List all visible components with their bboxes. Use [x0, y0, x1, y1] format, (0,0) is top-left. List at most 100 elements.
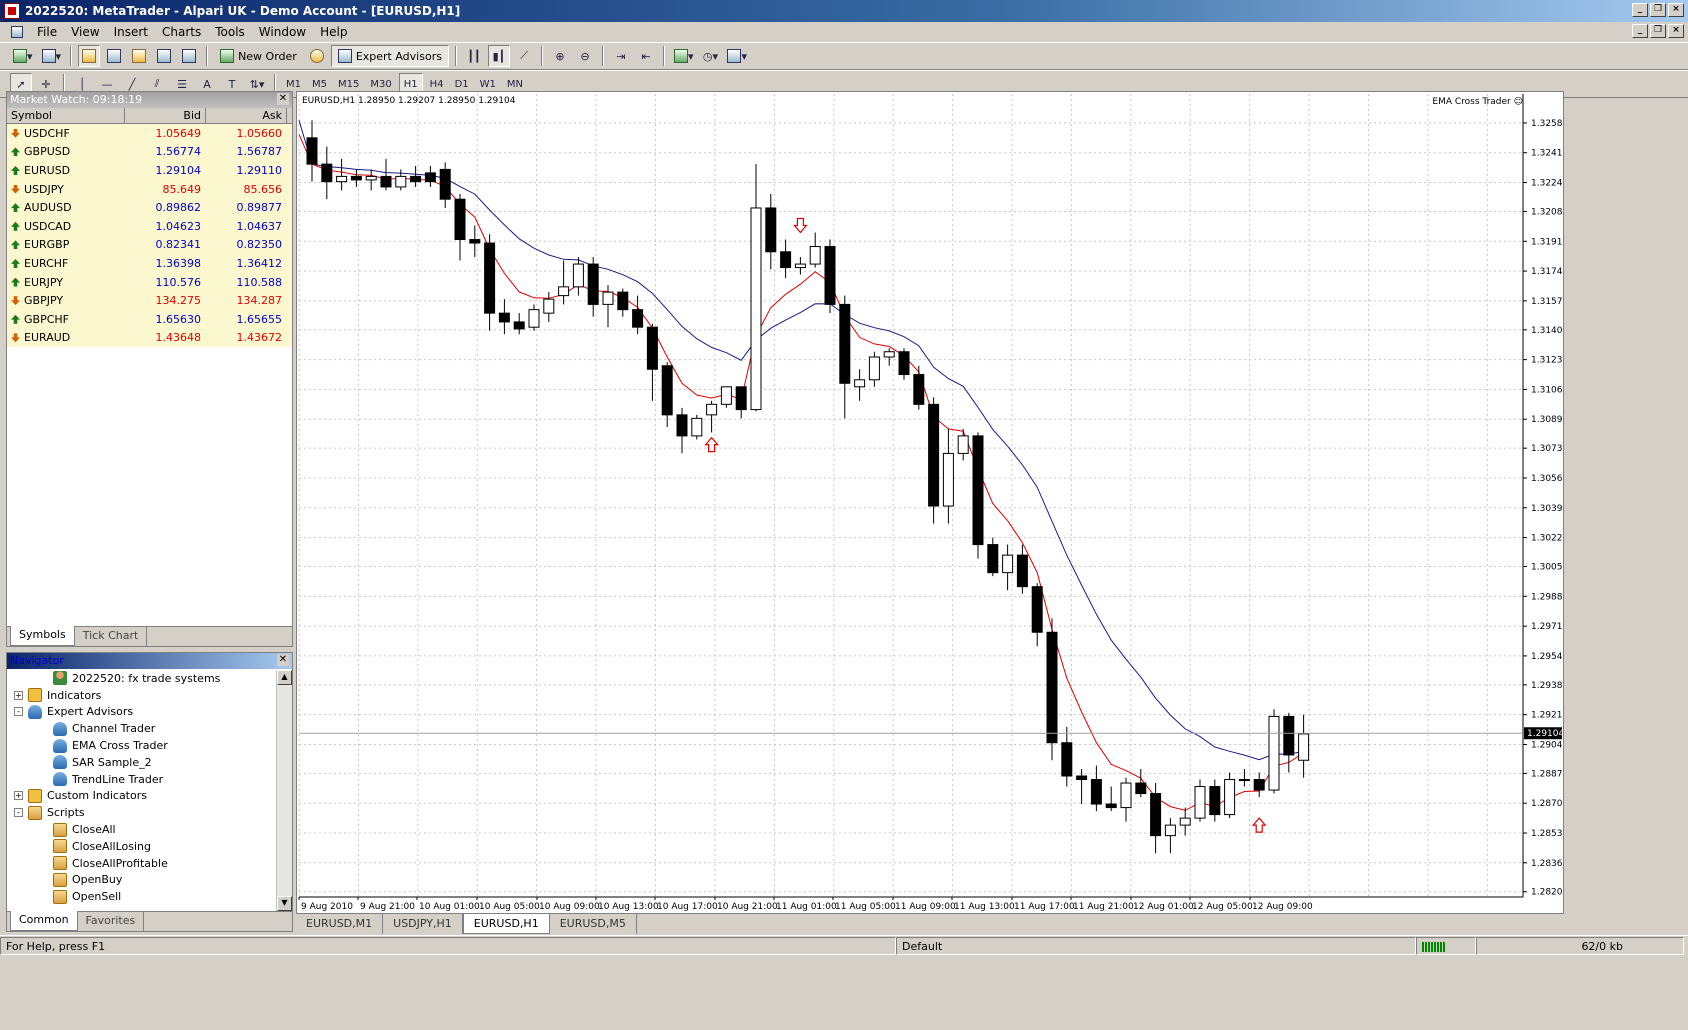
- navigator-item[interactable]: TrendLine Trader: [7, 771, 276, 788]
- candle-bear: [1135, 782, 1147, 795]
- tab-symbols[interactable]: Symbols: [10, 626, 75, 646]
- strategy-tester-toggle[interactable]: [178, 45, 200, 67]
- zoom-out-icon[interactable]: ⊖: [574, 45, 596, 67]
- tab-tick-chart[interactable]: Tick Chart: [75, 627, 148, 646]
- menu-file[interactable]: File: [30, 25, 64, 39]
- market-watch-toggle[interactable]: [78, 45, 101, 67]
- zoom-in-icon[interactable]: ⊕: [549, 45, 571, 67]
- navigator-item[interactable]: Channel Trader: [7, 720, 276, 737]
- navigator-item[interactable]: OpenSell: [7, 888, 276, 905]
- navigator-item[interactable]: 2022520: fx trade systems: [7, 670, 276, 687]
- column-ask[interactable]: Ask: [206, 108, 287, 123]
- column-bid[interactable]: Bid: [125, 108, 206, 123]
- y-tick-label: 1.30560: [1531, 474, 1563, 484]
- data-window-toggle[interactable]: [103, 45, 125, 67]
- bar-chart-button[interactable]: ┃┃: [463, 45, 485, 67]
- navigator-item[interactable]: CloseAllLosing: [7, 838, 276, 855]
- new-order-button[interactable]: New Order: [214, 45, 303, 67]
- market-watch-title: Market Watch: 09:18:19 ✕: [7, 92, 292, 108]
- mdi-restore-button[interactable]: ❐: [1650, 24, 1666, 38]
- market-watch-row[interactable]: EURCHF 1.36398 1.36412: [7, 254, 292, 273]
- navigator-item-label: 2022520: fx trade systems: [72, 671, 221, 685]
- navigator-toggle[interactable]: [128, 45, 150, 67]
- bid-cell: 1.43648: [155, 331, 202, 345]
- menu-insert[interactable]: Insert: [107, 25, 155, 39]
- mdi-minimize-button[interactable]: _: [1632, 24, 1648, 38]
- price-chart[interactable]: 1.32585 1.32415 1.32245 1.32080 1.31910 1.317…: [297, 92, 1563, 913]
- tab-common[interactable]: Common: [10, 911, 78, 931]
- expert-advisors-button[interactable]: Expert Advisors: [330, 45, 449, 67]
- new-chart-button[interactable]: ▾: [10, 45, 36, 67]
- column-symbol[interactable]: Symbol: [7, 108, 125, 123]
- indicators-button[interactable]: ▾: [671, 45, 697, 67]
- periods-button[interactable]: ◷▾: [699, 45, 721, 67]
- x-tick-label: 10 Aug 21:00: [717, 902, 778, 912]
- navigator-item[interactable]: CloseAllProfitable: [7, 855, 276, 872]
- candle-bull: [558, 286, 570, 297]
- chart-window[interactable]: 1.32585 1.32415 1.32245 1.32080 1.31910 1.317…: [296, 91, 1564, 914]
- mdi-close-button[interactable]: ×: [1668, 24, 1684, 38]
- candle-bull: [691, 417, 703, 437]
- market-watch-row[interactable]: GBPUSD 1.56774 1.56787: [7, 142, 292, 162]
- candlestick-button[interactable]: ▮┃: [487, 45, 510, 67]
- market-watch-row[interactable]: USDJPY 85.649 85.656: [7, 179, 292, 199]
- candle-bear: [1061, 742, 1073, 777]
- navigator-item[interactable]: EMA Cross Trader: [7, 737, 276, 754]
- menu-tools[interactable]: Tools: [208, 25, 252, 39]
- market-watch-row[interactable]: EURUSD 1.29104 1.29110: [7, 161, 292, 180]
- market-watch-close-icon[interactable]: ✕: [277, 93, 289, 105]
- navigator-item[interactable]: SAR Sample_2: [7, 754, 276, 771]
- market-watch-row[interactable]: GBPCHF 1.65630 1.65655: [7, 309, 292, 329]
- chart-tab-usdjpy-h1[interactable]: USDJPY,H1: [383, 914, 463, 934]
- menu-help[interactable]: Help: [313, 25, 354, 39]
- expand-icon[interactable]: +: [14, 791, 23, 801]
- navigator-item[interactable]: - Scripts: [7, 804, 276, 821]
- scroll-down-icon[interactable]: ▼: [277, 896, 292, 911]
- close-button[interactable]: ×: [1668, 3, 1684, 17]
- tab-favorites[interactable]: Favorites: [78, 912, 145, 931]
- minimize-button[interactable]: _: [1632, 3, 1648, 17]
- navigator-scrollbar[interactable]: ▲ ▼: [276, 670, 292, 911]
- navigator-tabs: Common Favorites: [7, 911, 292, 931]
- scroll-up-icon[interactable]: ▲: [277, 670, 292, 685]
- market-watch-row[interactable]: GBPJPY 134.275 134.287: [7, 291, 292, 310]
- terminal-toggle[interactable]: [153, 45, 175, 67]
- symbol-name: GBPJPY: [24, 294, 64, 308]
- y-tick-label: 1.30055: [1531, 563, 1563, 573]
- chart-window-icon[interactable]: [8, 24, 26, 40]
- market-watch-row[interactable]: EURJPY 110.576 110.588: [7, 272, 292, 292]
- navigator-item[interactable]: - Expert Advisors: [7, 704, 276, 721]
- chart-shift-button[interactable]: ⇤: [635, 45, 657, 67]
- menu-window[interactable]: Window: [252, 25, 313, 39]
- market-watch-row[interactable]: AUDUSD 0.89862 0.89877: [7, 198, 292, 217]
- navigator-close-icon[interactable]: ✕: [277, 654, 289, 666]
- menu-view[interactable]: View: [64, 25, 106, 39]
- chart-tab-eurusd-m5[interactable]: EURUSD,M5: [550, 914, 637, 934]
- market-watch-row[interactable]: USDCAD 1.04623 1.04637: [7, 216, 292, 236]
- navigator-item[interactable]: CloseAll: [7, 821, 276, 838]
- market-watch-row[interactable]: EURAUD 1.43648 1.43672: [7, 328, 292, 348]
- market-watch-row[interactable]: EURGBP 0.82341 0.82350: [7, 235, 292, 255]
- chart-tab-eurusd-m1[interactable]: EURUSD,M1: [296, 914, 384, 934]
- navigator-item[interactable]: + Custom Indicators: [7, 788, 276, 805]
- ask-cell: 1.29110: [236, 163, 283, 177]
- x-tick-label: 10 Aug 13:00: [598, 902, 659, 912]
- expand-icon[interactable]: +: [14, 690, 23, 700]
- menu-charts[interactable]: Charts: [155, 25, 208, 39]
- metaeditor-button[interactable]: [306, 45, 328, 67]
- expert-label-text: EMA Cross Trader: [1432, 97, 1511, 107]
- candle-bull: [1194, 786, 1206, 819]
- templates-button[interactable]: ▾: [724, 45, 750, 67]
- y-tick-label: 1.32245: [1531, 179, 1563, 189]
- line-chart-button[interactable]: ⟋: [513, 45, 535, 67]
- auto-scroll-button[interactable]: ⇥: [610, 45, 632, 67]
- navigator-item[interactable]: + Indicators: [7, 687, 276, 704]
- restore-button[interactable]: ❐: [1650, 3, 1666, 17]
- navigator-item[interactable]: OpenBuy: [7, 872, 276, 889]
- profiles-button[interactable]: ▾: [39, 45, 65, 67]
- collapse-icon[interactable]: -: [14, 707, 23, 717]
- chart-tab-eurusd-h1[interactable]: EURUSD,H1: [462, 914, 550, 934]
- collapse-icon[interactable]: -: [14, 808, 23, 818]
- x-tick-label: 11 Aug 05:00: [835, 902, 896, 912]
- market-watch-row[interactable]: USDCHF 1.05649 1.05660: [7, 124, 292, 143]
